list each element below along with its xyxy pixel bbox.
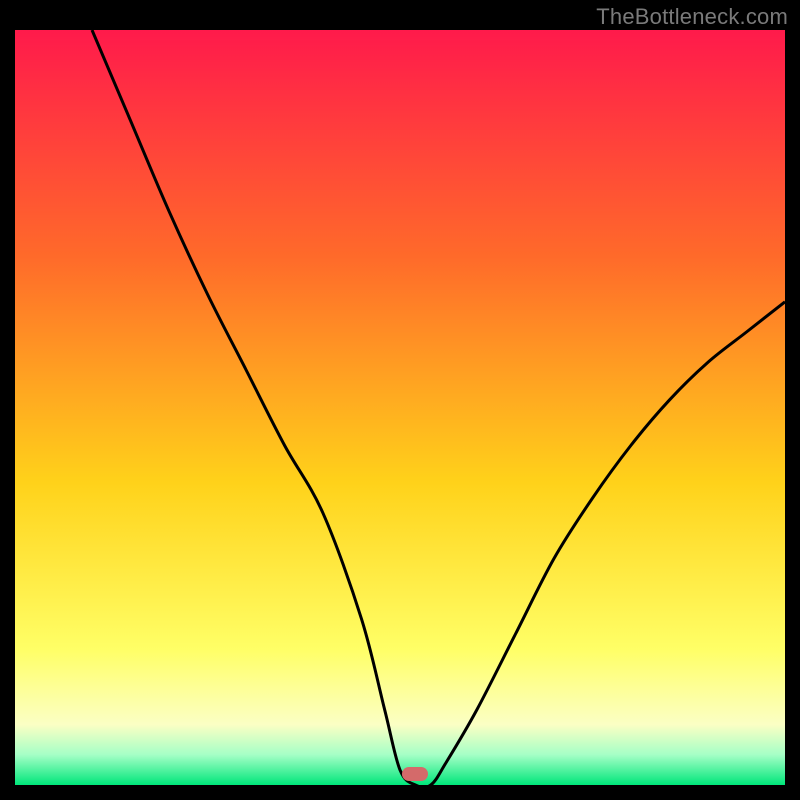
chart-frame: TheBottleneck.com <box>0 0 800 800</box>
attribution-label: TheBottleneck.com <box>596 4 788 30</box>
plot-area <box>15 30 785 785</box>
optimal-marker-icon <box>402 767 428 781</box>
bottleneck-curve <box>15 30 785 785</box>
